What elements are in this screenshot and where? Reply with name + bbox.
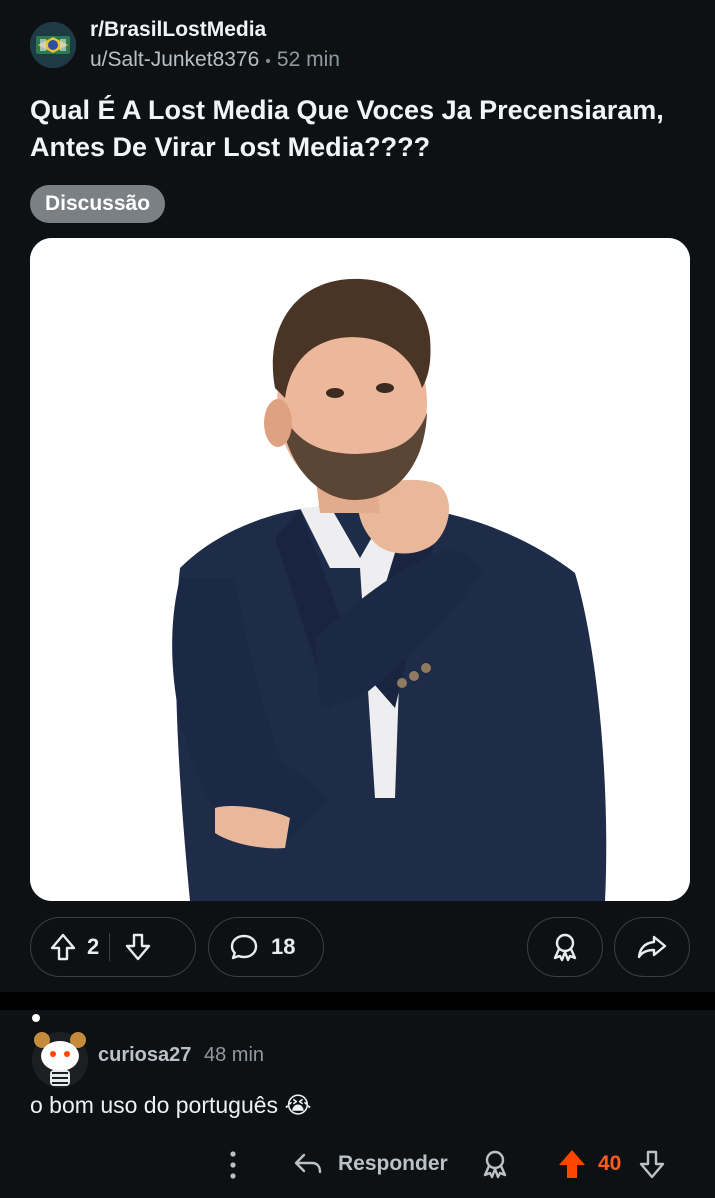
commenter-avatar[interactable] bbox=[28, 1014, 92, 1090]
comment-downvote-icon[interactable] bbox=[638, 1148, 666, 1180]
reply-icon bbox=[294, 1153, 322, 1174]
reply-label: Responder bbox=[338, 1152, 448, 1175]
comment-icon bbox=[229, 932, 259, 962]
comment-award-icon[interactable] bbox=[480, 1148, 510, 1180]
share-icon bbox=[636, 933, 668, 961]
upvote-icon[interactable] bbox=[49, 932, 77, 962]
more-options-icon[interactable] bbox=[222, 1148, 244, 1182]
comment-actions: Responder 40 bbox=[0, 1140, 715, 1190]
comment-body: o bom uso do português 😭 bbox=[30, 1092, 312, 1118]
subreddit-logo-icon bbox=[30, 22, 76, 68]
downvote-icon[interactable] bbox=[124, 932, 152, 962]
author-name[interactable]: u/Salt-Junket8376 bbox=[90, 48, 259, 71]
post-score: 2 bbox=[87, 934, 100, 959]
thinking-man-photo-icon bbox=[30, 238, 690, 901]
comment-count: 18 bbox=[271, 934, 296, 959]
award-button[interactable] bbox=[527, 917, 603, 977]
post-flair[interactable]: Discussão bbox=[30, 185, 166, 223]
post-meta: u/Salt-Junket8376 • 52 min bbox=[90, 48, 340, 72]
comment-upvote-icon[interactable] bbox=[557, 1148, 587, 1180]
post-time: 52 min bbox=[276, 48, 340, 71]
comments-button[interactable]: 18 bbox=[208, 917, 324, 977]
share-button[interactable] bbox=[614, 917, 690, 977]
post-image[interactable] bbox=[30, 238, 690, 901]
snoo-avatar-icon bbox=[32, 1014, 88, 1088]
post-actions-bar: 2 18 bbox=[30, 917, 690, 979]
award-icon bbox=[550, 931, 580, 963]
meta-separator: • bbox=[265, 53, 271, 70]
section-divider bbox=[0, 992, 715, 1010]
comment: curiosa27 48 min o bom uso do português … bbox=[0, 1010, 715, 1198]
subreddit-avatar[interactable] bbox=[30, 22, 76, 68]
post-card: r/BrasilLostMedia u/Salt-Junket8376 • 52 m… bbox=[0, 0, 715, 992]
reply-button[interactable]: Responder bbox=[292, 1150, 448, 1178]
comment-score: 40 bbox=[598, 1152, 622, 1175]
vote-pill: 2 bbox=[30, 917, 196, 977]
comment-username[interactable]: curiosa27 bbox=[98, 1044, 191, 1067]
comment-time: 48 min bbox=[204, 1044, 265, 1066]
vote-divider bbox=[109, 933, 111, 961]
post-header: r/BrasilLostMedia u/Salt-Junket8376 • 52 m… bbox=[30, 18, 690, 72]
post-title[interactable]: Qual É A Lost Media Que Voces Ja Precens… bbox=[30, 92, 700, 166]
subreddit-name[interactable]: r/BrasilLostMedia bbox=[90, 18, 266, 42]
